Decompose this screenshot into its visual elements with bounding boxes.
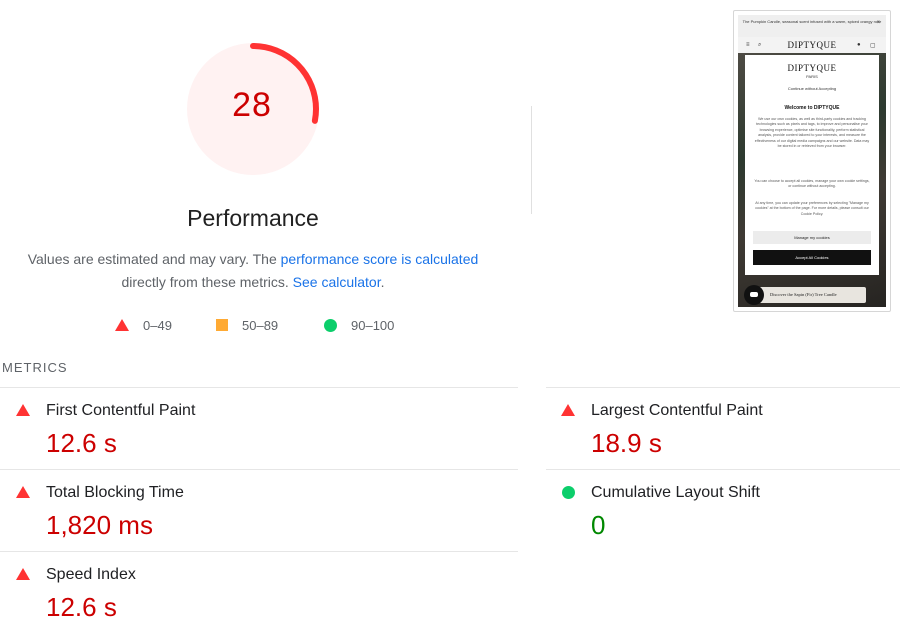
score-calculation-link[interactable]: performance score is calculated — [281, 251, 479, 267]
manage-cookies-button: Manage my cookies — [753, 231, 871, 244]
metric-tbt-value: 1,820 ms — [46, 510, 153, 540]
description-prefix: Values are estimated and may vary. The — [27, 251, 281, 267]
metric-lcp-label: Largest Contentful Paint — [591, 402, 763, 419]
continue-without-accepting-link: Continue without Accepting — [787, 86, 837, 91]
triangle-icon — [561, 404, 575, 416]
site-logo: DIPTYQUE — [787, 40, 837, 50]
metrics-divider — [0, 551, 518, 552]
legend-fail: 0–49 — [115, 316, 172, 334]
metric-fcp-value: 12.6 s — [46, 428, 117, 458]
metrics-divider — [546, 387, 900, 388]
vertical-divider — [531, 106, 532, 214]
accept-cookies-button: Accept All Cookies — [753, 250, 871, 265]
account-icon: ● — [857, 42, 861, 48]
modal-paragraph-1: We use our own cookies, as well as third… — [754, 117, 870, 149]
performance-description: Values are estimated and may vary. The p… — [0, 248, 506, 294]
modal-paragraph-2: You can choose to accept all cookies, ma… — [754, 179, 870, 189]
see-calculator-link[interactable]: See calculator — [293, 274, 381, 290]
metric-cls-value: 0 — [591, 510, 606, 540]
circle-icon — [324, 318, 337, 332]
metric-si-label: Speed Index — [46, 566, 136, 583]
cookie-modal: DIPTYQUE PARIS Continue without Acceptin… — [745, 55, 879, 275]
banner-close-icon: × — [876, 20, 880, 26]
legend-fail-label: 0–49 — [143, 317, 172, 333]
triangle-icon — [16, 568, 30, 580]
promo-chip: Discover the Sapin (Fir) Tree Candle — [748, 287, 866, 303]
modal-logo-sub: PARIS — [806, 74, 818, 79]
metric-fcp-label: First Contentful Paint — [46, 402, 196, 419]
metrics-divider — [0, 469, 518, 470]
performance-title: Performance — [187, 205, 319, 231]
final-screenshot[interactable]: The Pumpkin Candle, seasonal scent infus… — [733, 10, 891, 312]
square-icon — [216, 319, 228, 331]
metric-tbt-label: Total Blocking Time — [46, 484, 184, 501]
performance-score: 28 — [232, 86, 272, 124]
description-suffix: . — [380, 274, 385, 290]
modal-heading: Welcome to DIPTYQUE — [784, 105, 840, 111]
legend-average: 50–89 — [216, 316, 278, 334]
legend-pass: 90–100 — [324, 316, 394, 334]
legend-pass-label: 90–100 — [351, 317, 395, 333]
description-middle: directly from these metrics. — [121, 274, 289, 290]
metrics-heading: METRICS — [2, 360, 68, 375]
modal-paragraph-3: At any time, you can update your prefere… — [755, 201, 869, 216]
modal-logo: DIPTYQUE — [787, 63, 837, 73]
metrics-divider — [546, 469, 900, 470]
chat-icon — [744, 285, 764, 305]
metrics-divider — [0, 387, 518, 388]
metric-lcp-value: 18.9 s — [591, 428, 662, 458]
promo-banner: The Pumpkin Candle, seasonal scent infus… — [738, 15, 886, 37]
circle-icon — [562, 486, 575, 499]
triangle-icon — [115, 319, 129, 331]
metric-cls-label: Cumulative Layout Shift — [591, 484, 760, 501]
triangle-icon — [16, 486, 30, 498]
screenshot-content: The Pumpkin Candle, seasonal scent infus… — [738, 15, 886, 307]
metric-si-value: 12.6 s — [46, 592, 117, 622]
legend-average-label: 50–89 — [242, 317, 279, 333]
triangle-icon — [16, 404, 30, 416]
bag-icon: ▢ — [870, 43, 876, 49]
